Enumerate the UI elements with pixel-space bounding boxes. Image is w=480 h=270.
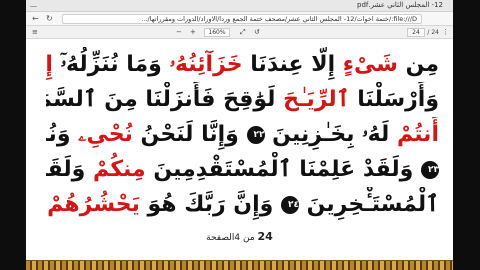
title-bar: — 12- المجلس الثاني عشر.pdf (26, 0, 453, 12)
highlighted-word: خَزَآئِنُهُۥ (169, 52, 243, 77)
reload-icon[interactable]: ↻ (46, 14, 53, 24)
footer-current-page: 24 (257, 230, 273, 243)
verse-segment: وَنُمِيتُ وَنَحْنُ ٱلْوَٰرِثُونَ (46, 122, 71, 147)
verse-segment: لَهُۥ بِخَـٰزِنِينَ (264, 122, 397, 147)
verse-line: مِن شَىْءٍ إِلَّا عِندَنَا خَزَآئِنُهُۥ … (46, 47, 439, 82)
verse-segment: وَلَقَدْ عَلِمْنَا ٱلْمُسْتَقْدِمِينَ (145, 157, 421, 182)
verse-segment: مِن (397, 52, 439, 77)
page-number-input[interactable]: 24 (407, 28, 425, 37)
left-letterbox (0, 0, 26, 270)
verse-segment: لَوَٰقِحَ فَأَنزَلْنَا مِنَ ٱلسَّمَآءِ (46, 87, 276, 112)
verse-segment: وَأَرْسَلْنَا (349, 87, 439, 112)
verse-segment: وَإِنَّ رَبَّكَ هُوَ (139, 192, 281, 217)
zoom-level[interactable]: 160% (204, 28, 230, 37)
verse-segment: وَمَا نُنَزِّلُهُۥٓ (52, 52, 170, 77)
highlighted-word: نُحْىِۦ (78, 122, 133, 147)
document-viewport[interactable]: مِن شَىْءٍ إِلَّا عِندَنَا خَزَآئِنُهُۥ … (26, 39, 453, 270)
highlighted-word: شَىْءٍ (342, 52, 398, 77)
page-footer: 24 من 4الصفحة (26, 230, 453, 243)
verse-line: ٢٣ وَلَقَدْ عَلِمْنَا ٱلْمُسْتَقْدِمِينَ… (46, 152, 439, 187)
url-field[interactable]: file:///D:/ختمة اخوات/12- المجلس الثاني … (62, 14, 422, 24)
right-letterbox (453, 0, 480, 270)
menu-icon[interactable]: ≡ (32, 28, 38, 37)
verse-segment: وَلَقَدْ عَلِمْنَا (46, 157, 86, 182)
verse-segment: إِلَّا عِندَنَا (242, 52, 343, 77)
fit-page-icon[interactable]: ⤢ (240, 28, 246, 37)
back-icon[interactable]: ← (32, 14, 39, 24)
pdf-toolbar: ≡ − + 160% ⤢ ↺ 24 / 24 ⋮ (26, 26, 453, 39)
pdf-viewer-window: — 12- المجلس الثاني عشر.pdf ← ↻ file:///… (26, 0, 453, 270)
zoom-out-icon[interactable]: − (176, 28, 182, 37)
ayah-number-marker: ٢٣ (421, 161, 439, 179)
highlighted-word: أَنتُمْ (396, 122, 439, 147)
verse-segment: ٱلْمُسْتَـْٔخِرِينَ (298, 192, 439, 217)
highlighted-word: يَحْشُرُهُمْ (47, 192, 140, 217)
verse-line: وَأَرْسَلْنَا ٱلرِّيَـٰحَ لَوَٰقِحَ فَأَ… (46, 82, 439, 117)
quran-page-text: مِن شَىْءٍ إِلَّا عِندَنَا خَزَآئِنُهُۥ … (46, 47, 439, 222)
rotate-icon[interactable]: ↺ (254, 28, 260, 37)
verse-line: أَنتُمْ لَهُۥ بِخَـٰزِنِينَ ٢٢ وَإِنَّا … (46, 117, 439, 152)
ayah-number-marker: ٢٢ (246, 126, 265, 144)
more-options-icon[interactable]: ⋮ (442, 28, 449, 37)
highlighted-word: ٱلرِّيَـٰحَ (283, 87, 350, 112)
verse-line: ٱلْمُسْتَـْٔخِرِينَ ٢٤ وَإِنَّ رَبَّكَ ه… (46, 187, 439, 222)
zoom-in-icon[interactable]: + (190, 28, 196, 37)
footer-separator: من (240, 233, 258, 243)
verse-segment: وَإِنَّا لَنَحْنُ (132, 122, 247, 147)
ayah-number-marker: ٢٤ (280, 196, 299, 214)
highlighted-word: مِنكُمْ (93, 157, 146, 182)
minimize-icon[interactable]: — (30, 2, 37, 10)
address-bar: ← ↻ file:///D:/ختمة اخوات/12- المجلس الث… (26, 12, 453, 26)
url-text: file:///D:/ختمة اخوات/12- المجلس الثاني … (141, 15, 417, 23)
footer-label: الصفحة (206, 233, 235, 243)
highlighted-word: إِلَّا (46, 52, 53, 77)
page-total: / 24 (427, 29, 439, 36)
decorative-border (26, 260, 453, 270)
window-title: 12- المجلس الثاني عشر.pdf (357, 1, 443, 9)
